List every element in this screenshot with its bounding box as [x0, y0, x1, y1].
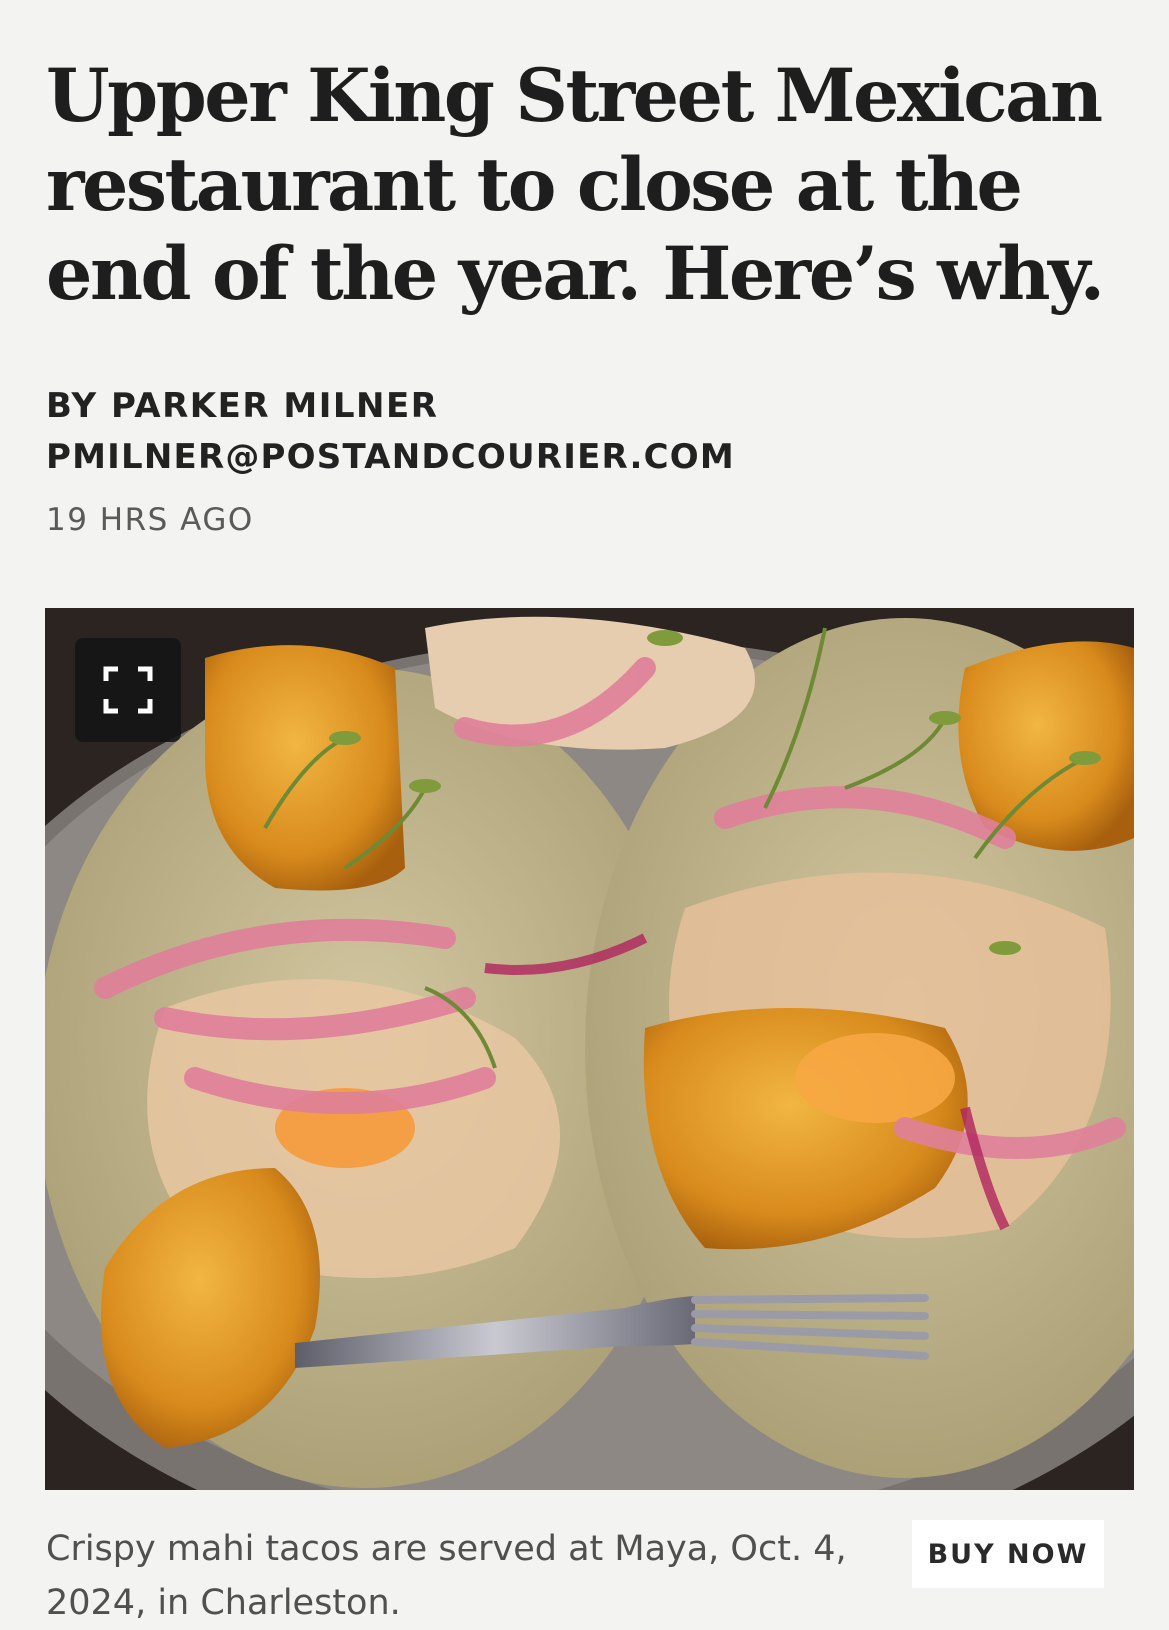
author-byline[interactable]: BY PARKER MILNER	[46, 386, 438, 426]
article-photo	[45, 608, 1134, 1490]
author-email-link[interactable]: PMILNER@POSTANDCOURIER.COM	[46, 437, 735, 477]
article-headline: Upper King Street Mexican restaurant to …	[46, 53, 1105, 317]
publish-timestamp: 19 HRS AGO	[46, 502, 254, 538]
photo-caption: Crispy mahi tacos are served at Maya, Oc…	[46, 1529, 847, 1623]
tacos-photo-illustration	[45, 608, 1134, 1490]
buy-now-button[interactable]: BUY NOW	[912, 1520, 1104, 1588]
fullscreen-expand-icon	[103, 666, 153, 714]
fullscreen-button[interactable]	[75, 638, 181, 742]
